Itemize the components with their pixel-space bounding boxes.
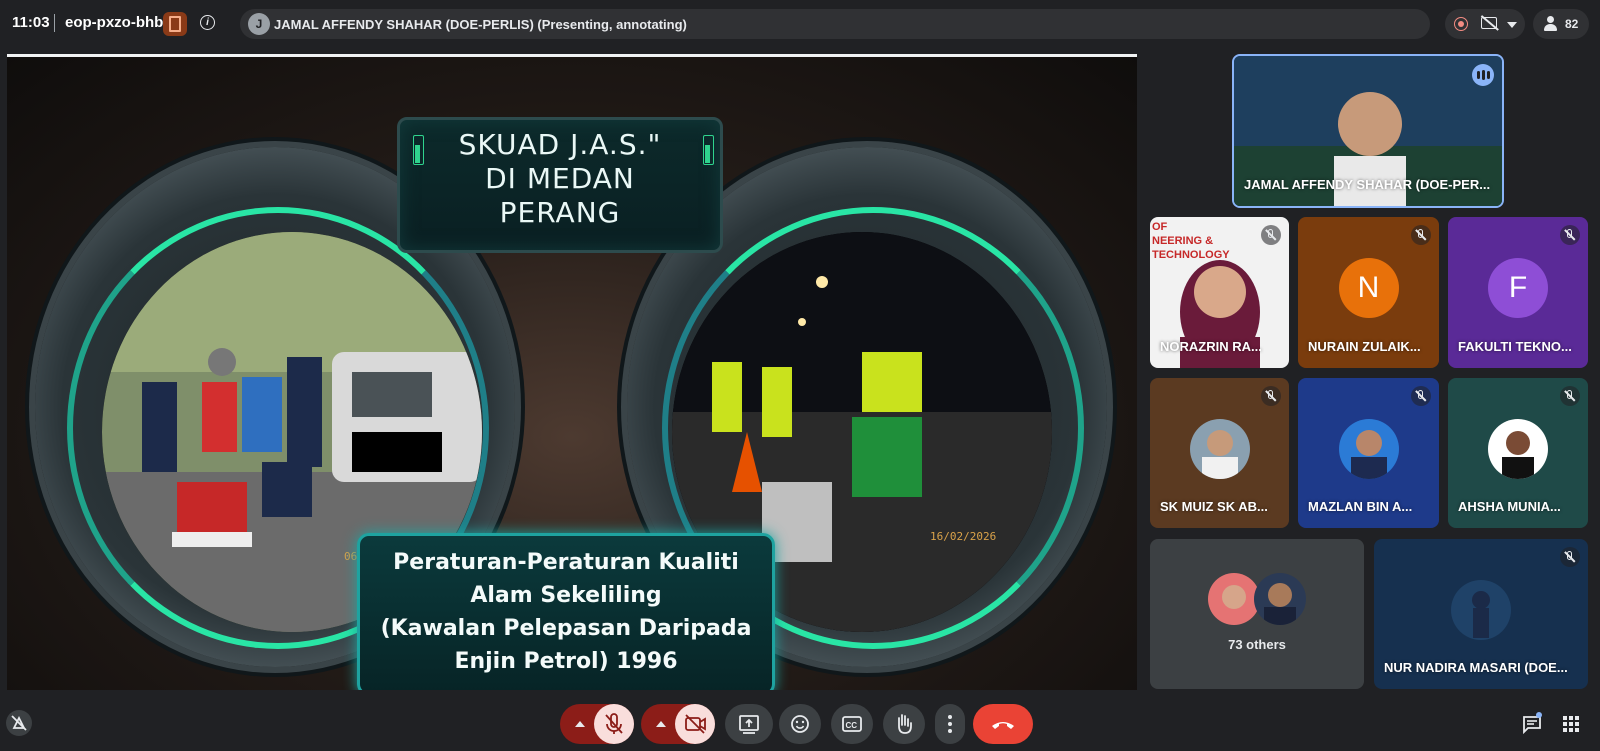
chevron-down-icon — [1507, 22, 1517, 28]
chat-icon — [1523, 712, 1542, 735]
chevron-up-icon[interactable] — [575, 721, 585, 727]
participant-tile-presenter[interactable]: JAMAL AFFENDY SHAHAR (DOE-PER... — [1232, 54, 1504, 208]
present-screen-button[interactable] — [725, 704, 773, 744]
participants-button[interactable]: 82 — [1533, 9, 1589, 39]
mic-off-icon — [1560, 547, 1580, 567]
slide-title: SKUAD J.A.S." DI MEDAN PERANG — [458, 128, 662, 229]
clock: 11:03 — [12, 14, 50, 31]
svg-text:CC: CC — [846, 721, 858, 730]
mic-off-icon — [1411, 386, 1431, 406]
participant-tile[interactable]: MAZLAN BIN A... — [1298, 378, 1439, 528]
people-icon — [1543, 16, 1559, 32]
presenter-label: JAMAL AFFENDY SHAHAR (DOE-PERLIS) (Prese… — [274, 17, 687, 32]
camera-off-icon — [685, 714, 706, 734]
participant-name: JAMAL AFFENDY SHAHAR (DOE-PER... — [1244, 177, 1491, 192]
participant-avatar — [1338, 418, 1399, 479]
more-vert-icon — [948, 715, 952, 733]
participant-name: NUR NADIRA MASARI (DOE... — [1384, 660, 1568, 675]
presenter-avatar: J — [248, 13, 270, 35]
others-count: 73 others — [1228, 637, 1286, 652]
participant-tile[interactable]: F FAKULTI TEKNO... — [1448, 217, 1588, 368]
slide-title-panel: SKUAD J.A.S." DI MEDAN PERANG — [397, 117, 723, 253]
divider — [54, 14, 55, 32]
mic-off-icon — [1411, 225, 1431, 245]
camera-off-button[interactable] — [675, 704, 715, 744]
mic-control[interactable] — [560, 704, 634, 744]
participant-avatar — [1451, 579, 1511, 640]
participant-name: SK MUIZ SK AB... — [1160, 499, 1268, 514]
apps-grid-icon — [1563, 716, 1579, 732]
participant-tile[interactable]: N NURAIN ZULAIK... — [1298, 217, 1439, 368]
chat-button[interactable] — [1520, 712, 1544, 736]
mic-off-button[interactable] — [594, 704, 634, 744]
mic-off-icon — [605, 713, 623, 734]
participant-count: 82 — [1565, 17, 1579, 31]
meeting-code: eop-pxzo-bhb — [65, 14, 164, 31]
activities-button[interactable] — [1559, 712, 1583, 736]
participant-avatar — [1254, 573, 1306, 625]
participant-avatar: N — [1338, 257, 1399, 318]
participant-name: NURAIN ZULAIK... — [1308, 339, 1421, 354]
chevron-up-icon[interactable] — [656, 721, 666, 727]
slide-subtitle: Peraturan-Peraturan Kualiti Alam Sekelil… — [380, 550, 752, 674]
camera-control[interactable] — [641, 704, 715, 744]
raise-hand-button[interactable] — [883, 704, 925, 744]
mic-off-icon — [1560, 225, 1580, 245]
participant-avatar: F — [1488, 257, 1548, 318]
captions-button[interactable]: CC — [831, 704, 873, 744]
participant-tile[interactable]: NUR NADIRA MASARI (DOE... — [1374, 539, 1588, 689]
others-tile[interactable]: 73 others — [1150, 539, 1364, 689]
hand-icon — [898, 714, 912, 734]
leave-call-button[interactable] — [973, 704, 1033, 744]
participant-name: NORAZRIN RA... — [1160, 339, 1262, 354]
end-call-icon — [992, 722, 1014, 729]
participant-avatar — [1189, 418, 1250, 479]
mic-off-icon — [1261, 225, 1281, 245]
participant-name: MAZLAN BIN A... — [1308, 499, 1413, 514]
photo-date-stamp: 16/02/2026 — [930, 530, 997, 543]
mic-off-icon — [1560, 386, 1580, 406]
recording-controls[interactable] — [1445, 9, 1525, 39]
battery-icon — [413, 135, 424, 165]
presenter-banner[interactable]: J JAMAL AFFENDY SHAHAR (DOE-PERLIS) (Pre… — [240, 9, 1430, 39]
reactions-button[interactable] — [779, 704, 821, 744]
participant-avatar — [1208, 573, 1260, 625]
camera-off-icon — [1481, 17, 1497, 29]
mic-off-icon — [1261, 386, 1281, 406]
battery-icon — [703, 135, 714, 165]
participant-tile[interactable]: SK MUIZ SK AB... — [1150, 378, 1289, 528]
participant-name: FAKULTI TEKNO... — [1458, 339, 1572, 354]
present-screen-icon — [739, 715, 759, 734]
info-icon[interactable]: i — [200, 15, 215, 30]
speaking-indicator-icon — [1472, 64, 1494, 86]
building-icon[interactable] — [163, 12, 187, 36]
captions-icon: CC — [842, 716, 862, 732]
participant-avatar — [1488, 418, 1548, 479]
participant-tile[interactable]: AHSHA MUNIA... — [1448, 378, 1588, 528]
participant-tile[interactable]: OF NEERING & TECHNOLOGY NORAZRIN RA... — [1150, 217, 1289, 368]
companion-mode-icon[interactable] — [6, 710, 32, 736]
more-options-button[interactable] — [935, 704, 965, 744]
slide-subtitle-panel: Peraturan-Peraturan Kualiti Alam Sekelil… — [357, 533, 775, 690]
top-bar: 11:03 eop-pxzo-bhb i J JAMAL AFFENDY SHA… — [0, 0, 1600, 48]
presentation-screen[interactable]: 06/04/2 16/02/2026 SKUAD J.A.S." DI MEDA… — [7, 54, 1137, 690]
record-icon — [1454, 17, 1468, 31]
participant-name: AHSHA MUNIA... — [1458, 499, 1561, 514]
emoji-icon — [791, 715, 809, 733]
